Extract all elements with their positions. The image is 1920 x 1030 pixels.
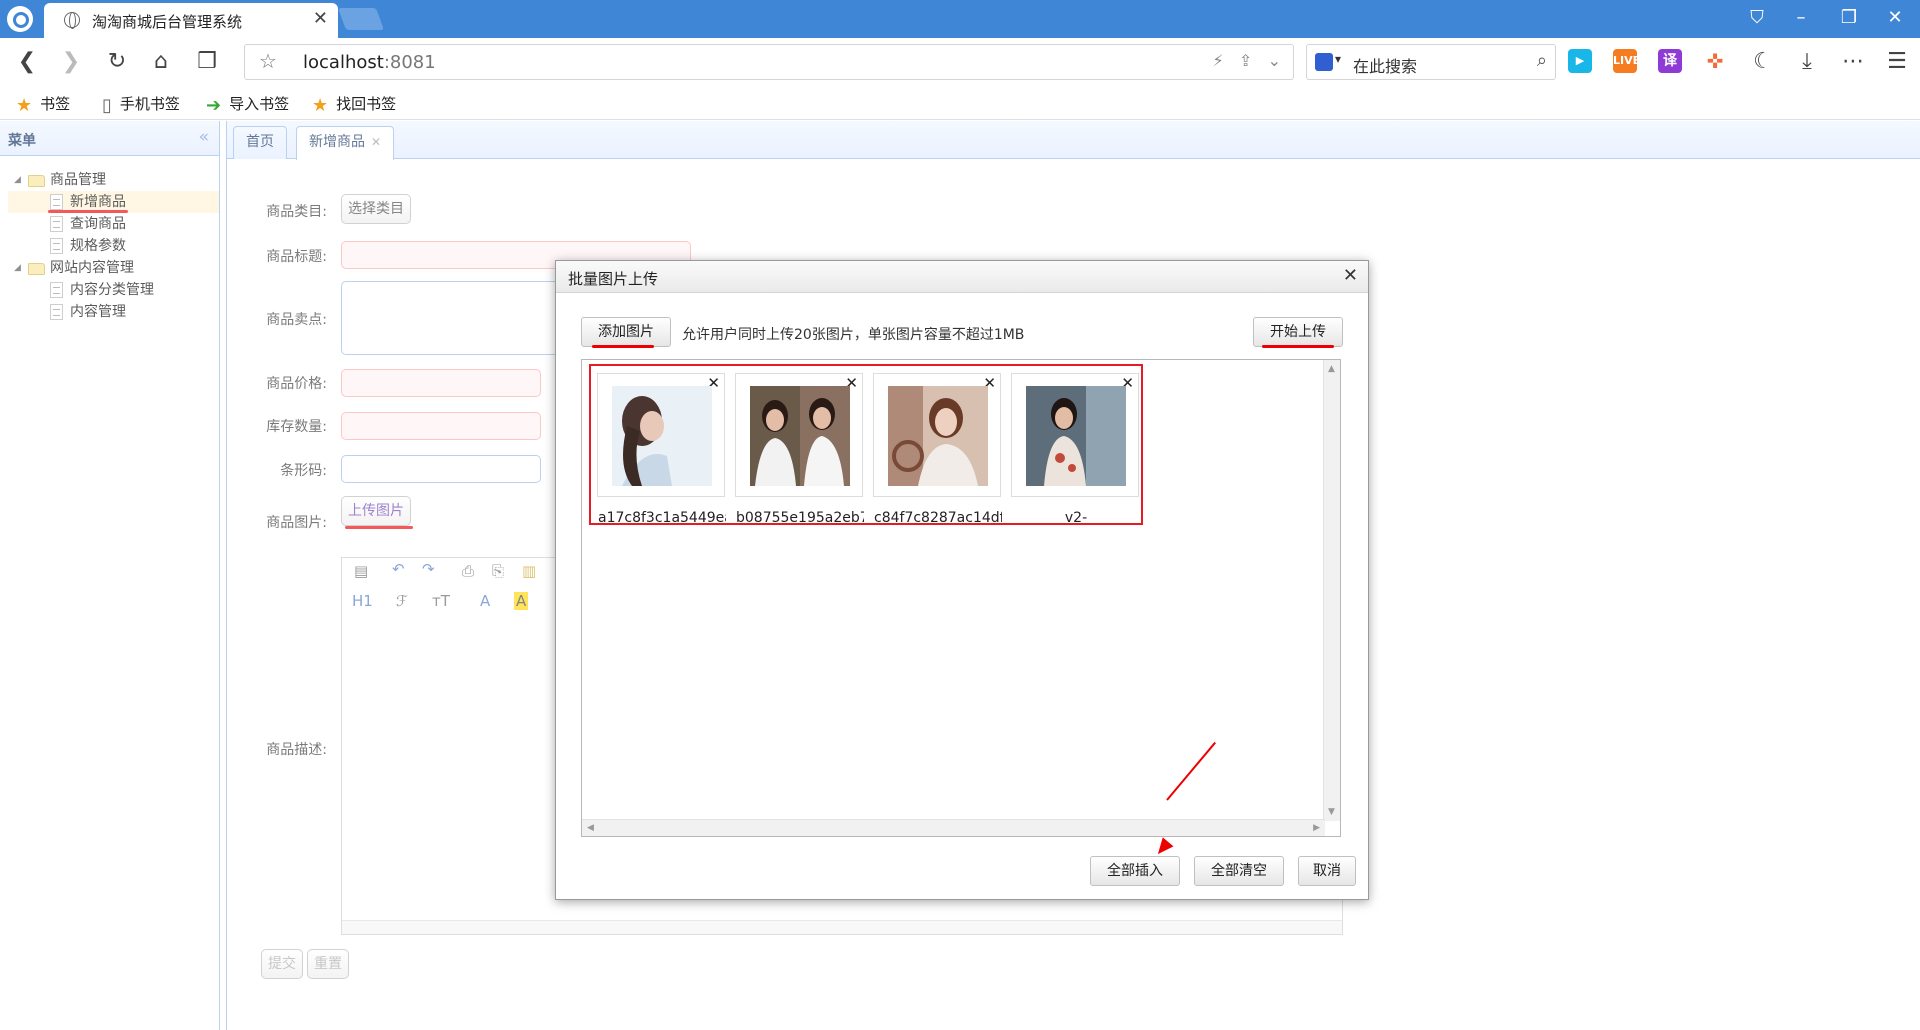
scroll-down-icon[interactable]: ▼	[1328, 807, 1335, 817]
home-icon[interactable]: ⌂	[146, 50, 176, 74]
search-icon[interactable]: ⌕	[1537, 50, 1547, 71]
cancel-button[interactable]: 取消	[1298, 856, 1356, 886]
upload-hint: 允许用户同时上传20张图片，单张图片容量不超过1MB	[682, 327, 1025, 343]
image-thumbnail[interactable]: ✕ v2-	[1011, 373, 1139, 526]
import-icon: ➔	[206, 95, 222, 116]
favorite-star-icon[interactable]: ☆	[259, 49, 277, 73]
close-window-icon[interactable]: ✕	[1880, 7, 1910, 28]
image-filename: c84f7c8287ac14df2	[874, 510, 1002, 526]
image-filename: a17c8f3c1a5449ea	[598, 510, 726, 526]
scroll-up-icon[interactable]: ▲	[1328, 364, 1335, 374]
bookmark-item[interactable]: ▯ 手机书签	[102, 93, 180, 116]
minimize-icon[interactable]: –	[1786, 7, 1816, 28]
image-thumbnail[interactable]: ✕ b08755e195a2eb7c	[735, 373, 864, 526]
bookmark-item[interactable]: ★ 书签	[16, 93, 70, 116]
more-icon[interactable]: ⋯	[1838, 50, 1868, 74]
batch-upload-dialog: 批量图片上传 ✕ 添加图片 允许用户同时上传20张图片，单张图片容量不超过1MB…	[555, 260, 1369, 900]
scroll-right-icon[interactable]: ▶	[1313, 823, 1320, 833]
annotation-underline	[1262, 345, 1334, 348]
bookmark-item[interactable]: ➔ 导入书签	[206, 93, 289, 116]
video-ext-icon[interactable]: ▶	[1568, 49, 1592, 73]
search-engine-icon[interactable]	[1315, 52, 1341, 71]
clear-all-button[interactable]: 全部清空	[1194, 856, 1284, 886]
forward-icon[interactable]: ❯	[56, 50, 86, 74]
start-upload-button[interactable]: 开始上传	[1253, 317, 1343, 347]
star-icon: ★	[312, 95, 329, 116]
live-ext-icon[interactable]: LIVE	[1613, 49, 1640, 73]
restore-icon[interactable]: ❐	[1834, 7, 1864, 28]
address-tools-icon[interactable]: ⚡ ⇪ ⌄	[1212, 51, 1281, 70]
browser-tab-title: 淘淘商城后台管理系统	[92, 13, 243, 31]
bookmarks-bar: ★ 书签 ▯ 手机书签 ➔ 导入书签 ★ 找回书签	[0, 86, 1920, 120]
thumbnail-image	[612, 386, 712, 486]
dialog-title: 批量图片上传	[568, 270, 659, 288]
vertical-scrollbar[interactable]: ▲ ▼	[1323, 360, 1340, 821]
bookmark-item[interactable]: ★ 找回书签	[312, 93, 396, 116]
insert-all-button[interactable]: 全部插入	[1090, 856, 1180, 886]
night-mode-icon[interactable]: ☾	[1748, 50, 1778, 74]
browser-logo-icon[interactable]	[7, 6, 33, 32]
translate-ext-icon[interactable]: 译	[1658, 49, 1682, 73]
thumbnail-image	[1026, 386, 1126, 486]
reload-icon[interactable]: ↻	[102, 50, 132, 74]
image-filename: b08755e195a2eb7c	[736, 510, 864, 526]
image-thumbnail[interactable]: ✕ c84f7c8287ac14df2	[873, 373, 1002, 526]
dialog-header: 批量图片上传 ✕	[556, 261, 1368, 293]
image-filename: v2-	[1064, 510, 1088, 526]
star-icon: ★	[16, 95, 33, 116]
download-icon[interactable]: ⤓	[1792, 50, 1822, 74]
address-text: localhost:8081	[303, 52, 436, 73]
annotation-highlight-box: ✕ a17c8f3c1a5449ea ✕ b08755e195a2eb7c ✕ …	[589, 364, 1143, 526]
browser-titlebar: 淘淘商城后台管理系统 ✕ ⛉ – ❐ ✕	[0, 0, 1920, 38]
close-dialog-icon[interactable]: ✕	[1343, 265, 1358, 286]
horizontal-scrollbar[interactable]: ◀ ▶	[582, 819, 1325, 836]
annotation-underline	[592, 345, 654, 348]
new-tab-button[interactable]	[337, 8, 385, 30]
menu-icon[interactable]: ☰	[1882, 50, 1912, 74]
scroll-left-icon[interactable]: ◀	[587, 823, 594, 833]
address-bar[interactable]: ☆ localhost:8081 ⚡ ⇪ ⌄	[244, 44, 1294, 80]
phone-icon: ▯	[102, 95, 112, 116]
image-thumbnail[interactable]: ✕ a17c8f3c1a5449ea	[597, 373, 726, 526]
search-box[interactable]: 在此搜索 ⌕	[1306, 44, 1556, 80]
thumbnail-image	[888, 386, 988, 486]
close-tab-icon[interactable]: ✕	[313, 8, 328, 29]
game-ext-icon[interactable]: ✜	[1703, 49, 1727, 73]
browser-navbar: ❮ ❯ ↻ ⌂ ❒ ☆ localhost:8081 ⚡ ⇪ ⌄ 在此搜索 ⌕ …	[0, 38, 1920, 86]
search-input[interactable]: 在此搜索	[1353, 53, 1417, 77]
globe-icon	[64, 12, 80, 29]
browser-tab[interactable]: 淘淘商城后台管理系统 ✕	[44, 3, 338, 38]
skin-icon[interactable]: ⛉	[1742, 7, 1772, 28]
upload-preview-area: ✕ a17c8f3c1a5449ea ✕ b08755e195a2eb7c ✕ …	[581, 359, 1341, 837]
reader-icon[interactable]: ❒	[192, 50, 222, 74]
add-images-button[interactable]: 添加图片	[581, 317, 671, 347]
thumbnail-image	[750, 386, 850, 486]
back-icon[interactable]: ❮	[12, 50, 42, 74]
